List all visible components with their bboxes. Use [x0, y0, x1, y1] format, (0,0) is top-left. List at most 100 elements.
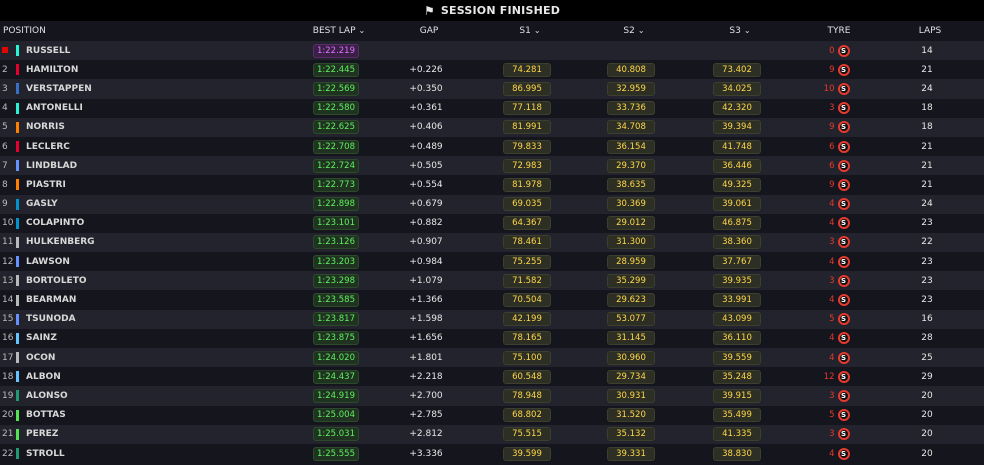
gap-value: +1.598 [409, 314, 443, 325]
s2-time: 36.154 [607, 139, 655, 154]
s1-time: 75.515 [503, 427, 551, 442]
table-row[interactable]: 10 COLAPINTO 1:23.101 +0.882 64.367 29.012 46.… [0, 213, 984, 233]
best-lap-time: 1:24.020 [312, 350, 359, 365]
s3-cell: 39.915 [684, 388, 790, 403]
s3-time: 36.446 [713, 158, 761, 173]
s2-time: 31.520 [607, 408, 655, 423]
s3-time: 41.335 [713, 427, 761, 442]
s3-cell: 43.099 [684, 312, 790, 327]
s1-cell: 72.983 [476, 158, 578, 173]
column-s1[interactable]: S1 ⌄ [479, 26, 581, 36]
table-row[interactable]: 16 SAINZ 1:23.875 +1.656 78.165 31.145 36.110 4… [0, 328, 984, 348]
position-number: 4 [2, 103, 8, 114]
s2-time: 32.959 [607, 81, 655, 96]
table-row[interactable]: 19 ALONSO 1:24.919 +2.700 78.948 30.931 39.915… [0, 386, 984, 406]
column-s2[interactable]: S2 ⌄ [581, 26, 687, 36]
laps-count: 20 [921, 429, 933, 440]
s1-time: 74.281 [503, 62, 551, 77]
position-number: 5 [2, 122, 8, 133]
position-cell: 14 [0, 295, 16, 305]
best-lap-time: 1:25.031 [312, 427, 359, 442]
soft-tyre-icon: S [837, 370, 850, 383]
s2-cell: 38.635 [578, 177, 684, 192]
s1-time: 78.948 [503, 388, 551, 403]
gap-value: +2.785 [409, 410, 443, 421]
soft-tyre-icon: S [837, 313, 850, 326]
best-lap-cell: 1:23.817 [296, 312, 376, 327]
driver-name: ALONSO [26, 390, 68, 401]
team-color-bar [16, 217, 19, 229]
table-row[interactable]: 11 HULKENBERG 1:23.126 +0.907 78.461 31.300 38… [0, 232, 984, 253]
laps-count: 24 [921, 199, 933, 210]
table-row[interactable]: 2 HAMILTON 1:22.445 +0.226 74.281 40.808 73.40… [0, 60, 984, 80]
s3-cell: 34.025 [684, 81, 790, 96]
driver-name: HULKENBERG [26, 237, 95, 248]
tyre-age: 9 [829, 122, 835, 133]
position-cell: 4 [0, 103, 16, 113]
table-row[interactable]: 17 OCON 1:24.020 +1.801 75.100 30.960 39.559 4 S… [0, 348, 984, 368]
tyre-cell: 6S [790, 140, 882, 153]
table-row[interactable]: 7 LINDBLAD 1:22.724 +0.505 72.983 29.370 36.44… [0, 156, 984, 176]
table-row[interactable]: 21 PEREZ 1:25.031 +2.812 75.515 35.132 41.335 3… [0, 424, 984, 444]
s3-time: 41.748 [713, 139, 761, 154]
gap-value: +0.554 [409, 179, 443, 190]
column-laps: LAPS [918, 26, 942, 36]
soft-tyre-icon: S [837, 159, 850, 172]
table-row[interactable]: 20 BOTTAS 1:25.004 +2.785 68.802 31.520 35.499… [0, 405, 984, 425]
team-color-cell [16, 160, 26, 172]
s3-time: 39.061 [713, 197, 761, 212]
table-row[interactable]: 3 VERSTAPPEN 1:22.569 +0.350 86.995 32.959 34.… [0, 79, 984, 99]
best-lap-cell: 1:25.031 [296, 427, 376, 442]
table-row[interactable]: 14 BEARMAN 1:23.585 +1.366 70.504 29.623 33.99… [0, 290, 984, 310]
chevron-down-icon: ⌄ [533, 26, 541, 35]
tyre-age: 4 [829, 295, 835, 306]
table-row[interactable]: 12 LAWSON 1:23.203 +0.984 75.255 28.959 37.767… [0, 252, 984, 272]
s3-time: 39.935 [713, 273, 761, 288]
best-lap-time: 1:23.585 [312, 293, 359, 308]
driver-name: STROLL [26, 448, 65, 459]
driver-name: VERSTAPPEN [26, 83, 92, 94]
gap-value: +2.700 [409, 390, 443, 401]
best-lap-cell: 1:25.555 [296, 446, 376, 461]
position-number: 14 [2, 295, 14, 306]
table-row[interactable]: 8 PIASTRI 1:22.773 +0.554 81.978 38.635 49.325… [0, 175, 984, 195]
s1-time: 79.833 [503, 139, 551, 154]
timing-table: RUSSELL 1:22.219 0 S 14 2 HAMILTON 1:22.445 +0.2… [0, 41, 984, 464]
table-row[interactable]: 6 LECLERC 1:22.708 +0.489 79.833 36.154 41.748… [0, 136, 984, 157]
gap-value: +0.907 [409, 237, 443, 248]
table-row[interactable]: 13 BORTOLETO 1:23.298 +1.079 71.582 35.299 39.… [0, 271, 984, 291]
laps-count: 23 [921, 275, 933, 286]
position-cell: 22 [0, 449, 16, 459]
team-color-bar [16, 256, 19, 268]
tyre-cell: 9S [790, 121, 882, 134]
team-color-bar [16, 352, 19, 364]
column-best-lap[interactable]: BEST LAP ⌄ [299, 26, 379, 36]
s3-time: 39.394 [713, 120, 761, 135]
s3-time: 42.320 [713, 101, 761, 116]
table-row[interactable]: 9 GASLY 1:22.898 +0.679 69.035 30.369 39.061 4 S… [0, 194, 984, 214]
table-row[interactable]: 5 NORRIS 1:22.625 +0.406 81.991 34.708 39.394 9… [0, 117, 984, 137]
soft-tyre-icon: S [837, 332, 850, 345]
laps-count: 21 [921, 64, 933, 75]
table-row[interactable]: RUSSELL 1:22.219 0 S 14 [0, 41, 984, 61]
driver-name: RUSSELL [26, 45, 71, 56]
soft-tyre-icon: S [837, 121, 850, 134]
soft-tyre-icon: S [837, 236, 850, 249]
s1-cell: 86.995 [476, 81, 578, 96]
driver-name: TSUNODA [26, 314, 76, 325]
s1-time: 39.599 [503, 446, 551, 461]
s2-cell: 40.808 [578, 62, 684, 77]
laps-count: 29 [921, 371, 933, 382]
column-s3[interactable]: S3 ⌄ [687, 26, 793, 36]
best-lap-cell: 1:23.585 [296, 293, 376, 308]
table-row[interactable]: 22 STROLL 1:25.555 +3.336 39.599 39.331 38.830… [0, 443, 984, 464]
table-row[interactable]: 18 ALBON 1:24.437 +2.218 60.548 29.734 35.248 1… [0, 367, 984, 387]
gap-value: +0.489 [409, 141, 443, 152]
table-row[interactable]: 15 TSUNODA 1:23.817 +1.598 42.199 53.077 43.09… [0, 309, 984, 329]
table-row[interactable]: 4 ANTONELLI 1:22.580 +0.361 77.118 33.736 42.3… [0, 98, 984, 118]
laps-count: 28 [921, 333, 933, 344]
s1-cell: 81.978 [476, 177, 578, 192]
best-lap-time: 1:22.580 [312, 101, 359, 116]
s3-time: 38.360 [713, 235, 761, 250]
best-lap-cell: 1:23.875 [296, 331, 376, 346]
